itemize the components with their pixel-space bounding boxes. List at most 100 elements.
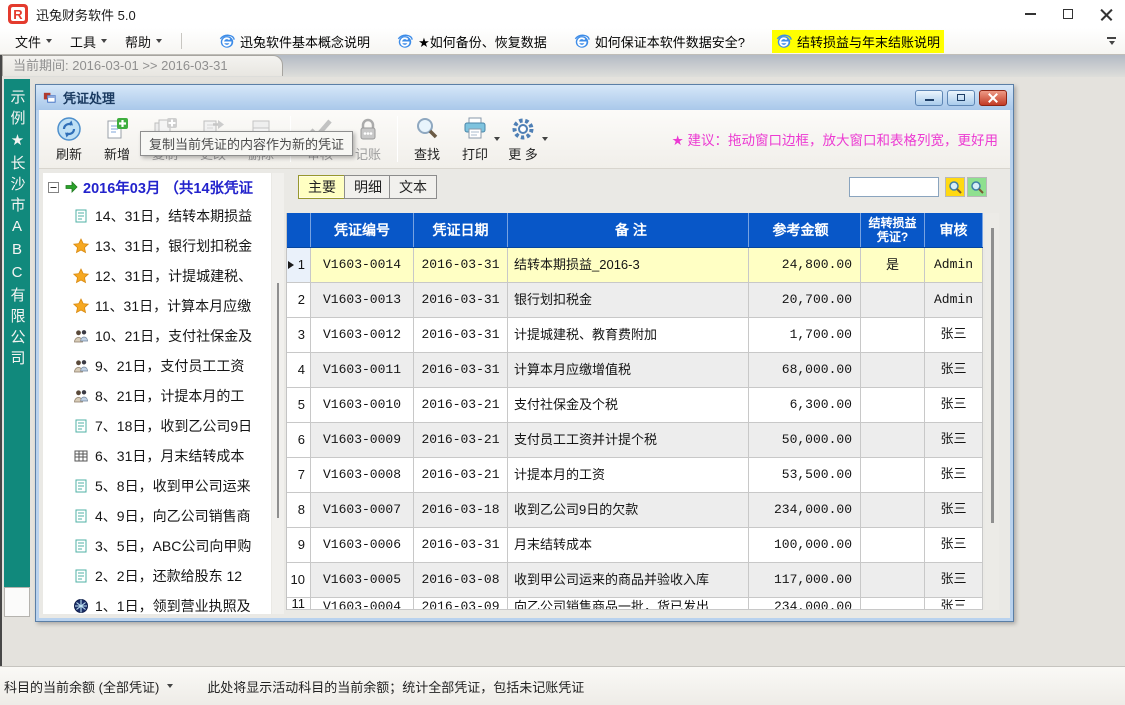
table-row-8[interactable]: 8V1603-00072016-03-18收到乙公司9日的欠款234,000.0…	[287, 493, 983, 528]
table-row-9[interactable]: 9V1603-00062016-03-31月末结转成本100,000.00张三	[287, 528, 983, 563]
carryover-cell: 是	[861, 248, 925, 282]
column-header-date[interactable]: 凭证日期	[414, 213, 508, 247]
tree-root[interactable]: 2016年03月 （共14张凭证	[43, 173, 271, 201]
voucher-number-cell: V1603-0007	[311, 493, 414, 527]
column-header-carry[interactable]: 结转损益凭证?	[861, 213, 925, 247]
row-number: 1	[298, 248, 305, 282]
row-number: 3	[298, 318, 305, 352]
row-number: 5	[298, 388, 305, 422]
tree-item-9[interactable]: 9、21日，支付员工工资	[43, 351, 271, 381]
tree-item-12[interactable]: 12、31日，计提城建税、	[43, 261, 271, 291]
voucher-number-cell: V1603-0005	[311, 563, 414, 597]
help-link-0[interactable]: 迅兔软件基本概念说明	[219, 32, 370, 51]
tree-item-8[interactable]: 8、21日，计提本月的工	[43, 381, 271, 411]
table-row-4[interactable]: 4V1603-00112016-03-31计算本月应缴增值税68,000.00张…	[287, 353, 983, 388]
company-strip: 示例★长沙市ABC有限公司	[4, 79, 30, 587]
toolbar-more-button[interactable]: 更 多	[499, 112, 547, 166]
dropdown-caret-icon[interactable]	[167, 684, 173, 688]
doc-icon	[73, 508, 89, 524]
voucher-date-cell: 2016-03-08	[414, 563, 508, 597]
tree-item-3[interactable]: 3、5日，ABC公司向甲购	[43, 531, 271, 561]
table-row-11[interactable]: 11V1603-00042016-03-09向乙公司销售商品一批，货已发出234…	[287, 598, 983, 610]
search-button-secondary[interactable]	[967, 177, 987, 197]
memo-cell: 月末结转成本	[508, 528, 749, 562]
row-indicator-cell: 5	[287, 388, 311, 422]
carryover-cell	[861, 388, 925, 422]
tree-item-2[interactable]: 2、2日，还款给股东 12	[43, 561, 271, 591]
tree-item-13[interactable]: 13、31日，银行划扣税金	[43, 231, 271, 261]
column-header-audit[interactable]: 审核	[925, 213, 983, 247]
amount-cell: 1,700.00	[749, 318, 861, 352]
voucher-date-cell: 2016-03-21	[414, 423, 508, 457]
tree-scrollbar[interactable]	[272, 173, 284, 614]
toolbar-print-button[interactable]: 打印	[451, 112, 499, 166]
tree-root-label: 2016年03月 （共14张凭证	[83, 177, 253, 198]
close-button[interactable]	[1087, 0, 1125, 28]
help-link-label: 迅兔软件基本概念说明	[240, 32, 370, 51]
people-icon	[73, 328, 89, 344]
maximize-button[interactable]	[1049, 0, 1087, 28]
table-row-1[interactable]: 1V1603-00142016-03-31结转本期损益_2016-324,800…	[287, 248, 983, 283]
menu-separator	[181, 33, 182, 49]
tab-main[interactable]: 主要	[298, 175, 346, 199]
table-scrollbar[interactable]	[985, 213, 999, 610]
chevron-down-icon	[101, 39, 107, 43]
balance-selector[interactable]: 科目的当前余额 (全部凭证)	[4, 677, 159, 696]
table-row-5[interactable]: 5V1603-00102016-03-21支付社保金及个税6,300.00张三	[287, 388, 983, 423]
child-restore-button[interactable]	[947, 90, 975, 106]
tree-item-7[interactable]: 7、18日，收到乙公司9日	[43, 411, 271, 441]
toolbar-overflow-button[interactable]	[1107, 37, 1119, 45]
child-minimize-button[interactable]	[915, 90, 943, 106]
table-row-6[interactable]: 6V1603-00092016-03-21支付员工工资并计提个税50,000.0…	[287, 423, 983, 458]
people-icon	[73, 358, 89, 374]
table-row-3[interactable]: 3V1603-00122016-03-31计提城建税、教育费附加1,700.00…	[287, 318, 983, 353]
titlebar: R 迅兔财务软件 5.0	[0, 0, 1125, 28]
tree-scrollbar-thumb[interactable]	[277, 283, 279, 518]
minimize-button[interactable]	[1011, 0, 1049, 28]
row-indicator-header[interactable]	[287, 213, 311, 247]
table-row-10[interactable]: 10V1603-00052016-03-08收到甲公司运来的商品并验收入库117…	[287, 563, 983, 598]
column-header-memo[interactable]: 备 注	[508, 213, 749, 247]
column-header-amount[interactable]: 参考金额	[749, 213, 861, 247]
search-button-primary[interactable]	[945, 177, 965, 197]
expand-box-icon[interactable]	[48, 182, 59, 193]
app-window: R 迅兔财务软件 5.0 文件工具帮助 迅兔软件基本概念说明 ★如何备份、恢复数据…	[0, 0, 1125, 705]
amount-cell: 6,300.00	[749, 388, 861, 422]
carryover-cell	[861, 423, 925, 457]
tree-item-5[interactable]: 5、8日，收到甲公司运来	[43, 471, 271, 501]
toolbar-add-button[interactable]: 新增	[93, 112, 141, 166]
voucher-date-cell: 2016-03-31	[414, 528, 508, 562]
help-link-3[interactable]: 结转损益与年末结账说明	[772, 30, 944, 53]
tree-item-1[interactable]: 1、1日，领到营业执照及	[43, 591, 271, 614]
chevron-down-icon	[542, 137, 548, 141]
tab-detail[interactable]: 明细	[344, 175, 392, 199]
column-header-voucher[interactable]: 凭证编号	[311, 213, 414, 247]
help-link-1[interactable]: ★如何备份、恢复数据	[397, 32, 547, 51]
menu-item-1[interactable]: 工具	[61, 32, 116, 51]
table-scrollbar-thumb[interactable]	[991, 228, 994, 523]
people-icon	[73, 388, 89, 404]
tree-item-6[interactable]: 6、31日，月末结转成本	[43, 441, 271, 471]
voucher-date-cell: 2016-03-31	[414, 353, 508, 387]
child-close-button[interactable]	[979, 90, 1007, 106]
tree-item-label: 12、31日，计提城建税、	[95, 266, 252, 286]
table-row-7[interactable]: 7V1603-00082016-03-21计提本月的工资53,500.00张三	[287, 458, 983, 493]
toolbar-refresh-button[interactable]: 刷新	[45, 112, 93, 166]
toolbar-find-button[interactable]: 查找	[403, 112, 451, 166]
tree-item-4[interactable]: 4、9日，向乙公司销售商	[43, 501, 271, 531]
table-row-2[interactable]: 2V1603-00132016-03-31银行划扣税金20,700.00Admi…	[287, 283, 983, 318]
toolbar-button-label: 新增	[104, 144, 130, 163]
tree-item-14[interactable]: 14、31日，结转本期损益	[43, 201, 271, 231]
tab-text[interactable]: 文本	[389, 175, 437, 199]
row-indicator-cell: 4	[287, 353, 311, 387]
menu-item-0[interactable]: 文件	[6, 32, 61, 51]
menu-item-2[interactable]: 帮助	[116, 32, 171, 51]
amount-cell: 68,000.00	[749, 353, 861, 387]
auditor-cell: 张三	[925, 563, 983, 597]
tree-item-label: 14、31日，结转本期损益	[95, 206, 252, 226]
memo-cell: 计算本月应缴增值税	[508, 353, 749, 387]
tree-item-10[interactable]: 10、21日，支付社保金及	[43, 321, 271, 351]
quick-search-input[interactable]	[849, 177, 939, 197]
tree-item-11[interactable]: 11、31日，计算本月应缴	[43, 291, 271, 321]
help-link-2[interactable]: 如何保证本软件数据安全?	[574, 32, 745, 51]
